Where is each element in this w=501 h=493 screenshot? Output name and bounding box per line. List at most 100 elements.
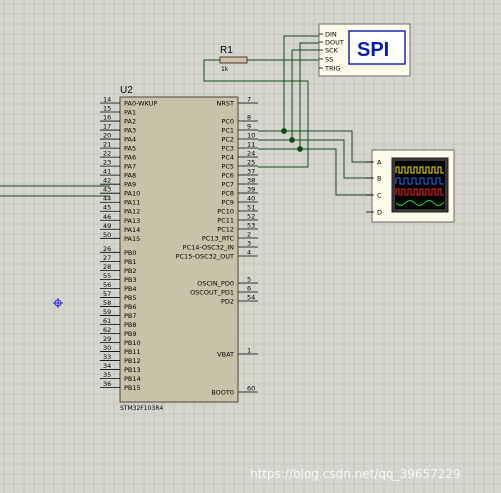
mcu-pin-label: PB14 [124, 375, 141, 383]
mcu-pin-number: 60 [247, 385, 255, 393]
wire-pc3-dout [258, 42, 320, 150]
spi-pin-label: TRIG [324, 64, 340, 72]
mcu-pin-label: PA5 [124, 145, 136, 153]
spi-debugger[interactable]: SPI DINDOUTSCKSSTRIG [318, 23, 411, 77]
mcu-pin-number: 59 [103, 308, 111, 316]
mcu-pin-number: 37 [247, 168, 255, 176]
mcu-pin-label: OSCOUT_PD1 [190, 289, 234, 297]
mcu-pin-number: 23 [103, 159, 111, 167]
mcu-pin-number: 2 [247, 231, 251, 239]
mcu-pin-label: PB3 [124, 276, 137, 284]
mcu-pin-number: 51 [247, 204, 255, 212]
mcu-pin-label: NRST [217, 100, 235, 108]
mcu-pin-label: PC10 [217, 208, 234, 216]
mcu-pin-number: 41 [103, 168, 111, 176]
mcu-pin-number: 5 [247, 276, 251, 284]
mcu-pin-label: OSCIN_PD0 [197, 280, 234, 288]
mcu-pin-number: 46 [103, 213, 111, 221]
mcu-pin-number: 27 [103, 254, 111, 262]
mcu-pin-label: PB10 [124, 339, 141, 347]
mcu-pin-label: PC3 [221, 145, 234, 153]
mcu-pin-number: 61 [103, 317, 111, 325]
mcu-pin-number: 3 [247, 240, 251, 248]
scope-pin-label: C [377, 191, 382, 199]
mcu-pin-label: PC12 [217, 226, 234, 234]
mcu-pin-label: PC8 [221, 190, 234, 198]
mcu-pin-label: PA0-WKUP [124, 100, 157, 108]
mcu-pin-number: 52 [247, 213, 255, 221]
mcu-pin-number: 1 [247, 347, 251, 355]
mcu-pin-label: PC11 [217, 217, 234, 225]
mcu-part-label: STM32F103R4 [120, 405, 163, 412]
mcu-pin-label: PC9 [221, 199, 234, 207]
mcu-pin-number: 10 [247, 132, 255, 140]
mcu-pin-label: PB9 [124, 330, 137, 338]
mcu-pin-number: 33 [103, 353, 111, 361]
mcu-pin-number: 8 [247, 114, 251, 122]
mcu-pin-label: PB6 [124, 303, 137, 311]
mcu-pin-number: 50 [103, 231, 111, 239]
schematic: U2 14 PA0-WKUP15 PA116 PA217 PA320 PA421 PA522… [0, 0, 501, 493]
mcu-pin-label: PD2 [221, 298, 234, 306]
mcu-pin-label: PC6 [221, 172, 234, 180]
mcu-pin-number: 4 [247, 249, 251, 257]
mcu-pin-label: PC2 [221, 136, 234, 144]
mcu-pin-label: PC15-OSC32_OUT [176, 253, 234, 261]
mcu-pin-label: PA8 [124, 172, 136, 180]
mcu-pin-label: PC1 [221, 127, 234, 135]
mcu-pin-number: 35 [103, 371, 111, 379]
wire-scope-a [284, 130, 374, 163]
mcu-pin-label: PB2 [124, 267, 137, 275]
mcu-pin-label: PB5 [124, 294, 137, 302]
mcu-pin-number: 11 [247, 141, 255, 149]
mcu-pin-label: PB11 [124, 348, 141, 356]
mcu-ref-label: U2 [120, 85, 133, 96]
mcu-pin-number: 56 [103, 281, 111, 289]
mcu-pin-label: PC7 [221, 181, 234, 189]
mcu-pin-number: 30 [103, 344, 111, 352]
mcu-pin-number: 21 [103, 141, 111, 149]
mcu-pin-label: PB1 [124, 258, 137, 266]
spi-pin-label: DIN [325, 30, 337, 38]
mcu-pin-number: 16 [103, 114, 111, 122]
mcu-pin-label: PB15 [124, 384, 141, 392]
scope-pin-label: D [377, 208, 382, 216]
mcu-pin-label: PA10 [124, 190, 140, 198]
mcu-pin-label: PC13_RTC [202, 235, 235, 243]
mcu-pin-label: PB0 [124, 249, 137, 257]
mcu-pin-number: 43 [103, 186, 111, 194]
mcu-pin-number: 39 [247, 186, 255, 194]
mcu-pin-number: 22 [103, 150, 111, 158]
mcu-pin-label: PC5 [221, 163, 234, 171]
wire-scope-c [300, 148, 374, 196]
mcu-pin-number: 40 [247, 195, 255, 203]
mcu-pin-label: PA13 [124, 217, 140, 225]
mcu-pin-number: 57 [103, 290, 111, 298]
mcu-pin-label: PC4 [221, 154, 234, 162]
mcu-pin-label: PA2 [124, 118, 136, 126]
mcu-pin-label: BOOT0 [211, 389, 234, 397]
spi-pin-label: SS [325, 55, 333, 63]
mcu-pin-number: 53 [247, 222, 255, 230]
mcu-pin-number: 58 [103, 299, 111, 307]
resistor-r1[interactable]: R1 1k [219, 45, 248, 73]
mcu-pin-label: PA4 [124, 136, 136, 144]
mcu-pin-label: PA14 [124, 226, 140, 234]
mcu-stm32[interactable]: U2 14 PA0-WKUP15 PA116 PA217 PA320 PA421 PA522… [100, 85, 258, 412]
mcu-pin-label: PC0 [221, 118, 234, 126]
mcu-pin-label: PA12 [124, 208, 140, 216]
resistor-body[interactable] [219, 56, 248, 64]
watermark: https://blog.csdn.net/qq_39657229 [250, 467, 461, 481]
mcu-pin-label: PB8 [124, 321, 137, 329]
mcu-pin-number: 24 [247, 150, 255, 158]
mcu-pin-label: VBAT [217, 351, 234, 359]
scope-pin-label: B [377, 174, 381, 182]
mcu-pin-number: 44 [103, 195, 111, 203]
mcu-pin-number: 34 [103, 362, 111, 370]
oscilloscope[interactable]: AB C D [366, 149, 455, 223]
mcu-pin-number: 15 [103, 105, 111, 113]
wire-pc2-sck [258, 49, 320, 141]
mcu-pin-label: PA3 [124, 127, 136, 135]
mcu-pin-number: 62 [103, 326, 111, 334]
mcu-pin-number: 38 [247, 177, 255, 185]
